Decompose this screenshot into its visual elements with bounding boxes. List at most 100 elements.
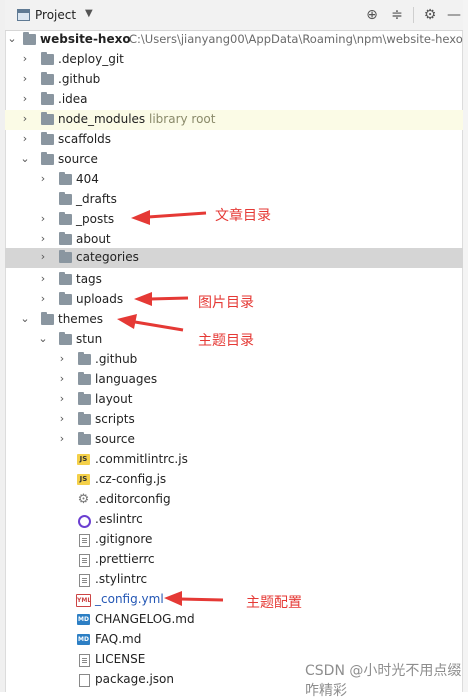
- gear-icon[interactable]: ⚙: [421, 6, 439, 24]
- tree-label: .idea: [58, 92, 88, 106]
- annotation-uploads: 图片目录: [198, 295, 254, 311]
- tree-label: stun: [76, 332, 103, 346]
- tree-label: FAQ.md: [95, 632, 142, 646]
- tree-label: source: [58, 152, 98, 166]
- chevron-right-icon[interactable]: ›: [57, 412, 67, 425]
- tree-row-stun-github[interactable]: › .github: [5, 350, 463, 370]
- tree-row-czconfig[interactable]: JS .cz-config.js: [5, 470, 463, 490]
- tree-row-tags[interactable]: › tags: [5, 270, 463, 290]
- chevron-right-icon[interactable]: ›: [57, 352, 67, 365]
- tree-row-github[interactable]: › .github: [5, 70, 463, 90]
- chevron-right-icon[interactable]: ›: [20, 132, 30, 145]
- tree-row-config-yml[interactable]: YML _config.yml: [5, 590, 463, 610]
- tree-label: tags: [76, 272, 102, 286]
- eslint-icon: [78, 515, 91, 528]
- tree-row-idea[interactable]: › .idea: [5, 90, 463, 110]
- folder-icon: [41, 92, 54, 105]
- tree-row-commitlintrc[interactable]: JS .commitlintrc.js: [5, 450, 463, 470]
- chevron-right-icon[interactable]: ›: [38, 292, 48, 305]
- project-icon: [17, 9, 30, 21]
- tree-row-deploy-git[interactable]: › .deploy_git: [5, 50, 463, 70]
- markdown-file-icon: MD: [77, 634, 90, 645]
- root-path: C:\Users\jianyang00\AppData\Roaming\npm\…: [129, 32, 463, 46]
- chevron-right-icon[interactable]: ›: [20, 92, 30, 105]
- tree-label: .github: [58, 72, 101, 86]
- tree-row-languages[interactable]: › languages: [5, 370, 463, 390]
- folder-icon: [78, 412, 91, 425]
- folder-icon: [41, 72, 54, 85]
- hide-icon[interactable]: —: [445, 6, 463, 24]
- annotation-config: 主题配置: [246, 595, 302, 611]
- chevron-right-icon[interactable]: ›: [38, 272, 48, 285]
- tree-row-editorconfig[interactable]: ⚙ .editorconfig: [5, 490, 463, 510]
- chevron-right-icon[interactable]: ›: [20, 52, 30, 65]
- chevron-right-icon[interactable]: ›: [20, 112, 30, 125]
- chevron-down-icon[interactable]: ⌄: [20, 312, 30, 325]
- tree-row-source[interactable]: ⌄ source: [5, 150, 463, 170]
- tree-row-themes[interactable]: ⌄ themes: [5, 310, 463, 330]
- tree-label: themes: [58, 312, 104, 326]
- tree-row-stun-source[interactable]: › source: [5, 430, 463, 450]
- chevron-down-icon[interactable]: ▼: [85, 8, 93, 19]
- tree-row-node-modules[interactable]: › node_modules library root: [5, 110, 463, 130]
- folder-icon: [41, 152, 54, 165]
- toolbar-divider: [413, 7, 414, 23]
- javascript-file-icon: JS: [77, 474, 90, 485]
- tree-row-stylintrc[interactable]: .stylintrc: [5, 570, 463, 590]
- tree-label: scripts: [95, 412, 135, 426]
- tree-label: node_modules: [58, 112, 146, 126]
- folder-icon: [41, 52, 54, 65]
- chevron-right-icon[interactable]: ›: [38, 172, 48, 185]
- tree-label: .cz-config.js: [95, 472, 167, 486]
- tree-label: .prettierrc: [95, 552, 155, 566]
- locate-icon[interactable]: ⊕: [363, 6, 381, 24]
- folder-icon: [59, 232, 72, 245]
- folder-icon: [59, 272, 72, 285]
- tree-label: package.json: [95, 672, 175, 686]
- chevron-down-icon[interactable]: ⌄: [20, 152, 30, 165]
- annotation-posts: 文章目录: [215, 208, 271, 224]
- collapse-all-icon[interactable]: ≑: [388, 6, 406, 24]
- tree-row-eslintrc[interactable]: .eslintrc: [5, 510, 463, 530]
- folder-icon: [41, 132, 54, 145]
- tree-row-scaffolds[interactable]: › scaffolds: [5, 130, 463, 150]
- chevron-right-icon[interactable]: ›: [38, 232, 48, 245]
- javascript-file-icon: JS: [77, 454, 90, 465]
- text-file-icon: [79, 554, 90, 567]
- folder-icon: [78, 432, 91, 445]
- tree-row-scripts[interactable]: › scripts: [5, 410, 463, 430]
- tree-label: .github: [95, 352, 138, 366]
- gear-icon: ⚙: [77, 492, 90, 507]
- tree-row-changelog[interactable]: MD CHANGELOG.md: [5, 610, 463, 630]
- text-file-icon: [79, 654, 90, 667]
- tree-row-gitignore[interactable]: .gitignore: [5, 530, 463, 550]
- tree-row-404[interactable]: › 404: [5, 170, 463, 190]
- tree-label: _drafts: [76, 192, 117, 206]
- tree-row-website-hexo[interactable]: ⌄ website-hexo C:\Users\jianyang00\AppDa…: [5, 30, 463, 50]
- chevron-right-icon[interactable]: ›: [57, 392, 67, 405]
- folder-icon: [59, 192, 72, 205]
- chevron-down-icon[interactable]: ⌄: [7, 32, 17, 45]
- tree-row-faq[interactable]: MD FAQ.md: [5, 630, 463, 650]
- chevron-right-icon[interactable]: ›: [20, 72, 30, 85]
- project-toolbar: Project ▼ ⊕ ≑ ⚙ —: [5, 0, 463, 31]
- tree-row-prettierrc[interactable]: .prettierrc: [5, 550, 463, 570]
- project-view-title[interactable]: Project: [35, 8, 76, 22]
- yaml-file-icon: YML: [76, 594, 91, 607]
- chevron-right-icon[interactable]: ›: [57, 372, 67, 385]
- tree-row-categories[interactable]: › categories: [5, 248, 463, 268]
- library-root-tag: library root: [149, 112, 216, 126]
- text-file-icon: [79, 534, 90, 547]
- tree-row-layout[interactable]: › layout: [5, 390, 463, 410]
- chevron-right-icon[interactable]: ›: [38, 250, 48, 263]
- chevron-right-icon[interactable]: ›: [57, 432, 67, 445]
- markdown-file-icon: MD: [77, 614, 90, 625]
- folder-icon: [78, 352, 91, 365]
- tree-row-about[interactable]: › about: [5, 230, 463, 250]
- folder-icon: [78, 392, 91, 405]
- tree-label: .commitlintrc.js: [95, 452, 188, 466]
- annotation-themes: 主题目录: [198, 333, 254, 349]
- tree-label: about: [76, 232, 111, 246]
- chevron-down-icon[interactable]: ⌄: [38, 332, 48, 345]
- chevron-right-icon[interactable]: ›: [38, 212, 48, 225]
